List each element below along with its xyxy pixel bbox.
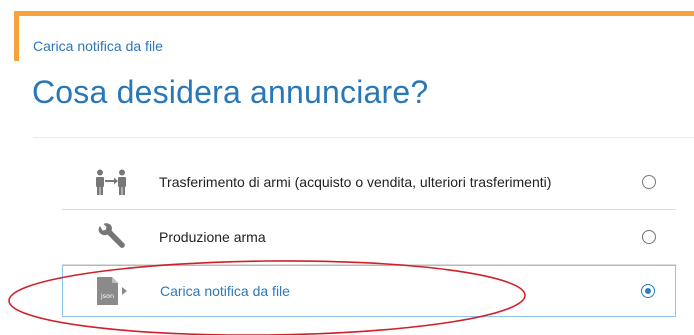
- option-list: Trasferimento di armi (acquisto o vendit…: [62, 155, 676, 317]
- json-icon-text: json: [99, 292, 113, 300]
- json-file-icon: json: [63, 276, 160, 306]
- people-transfer-icon: [62, 169, 159, 195]
- page-title: Cosa desidera annunciare?: [32, 74, 429, 110]
- wrench-icon: [62, 223, 159, 251]
- radio-weapon-production[interactable]: [642, 230, 656, 244]
- breadcrumb: Carica notifica da file: [33, 38, 163, 54]
- accent-bar-left: [14, 11, 19, 61]
- page: Carica notifica da file Cosa desidera an…: [0, 0, 694, 335]
- radio-upload-file[interactable]: [641, 284, 655, 298]
- option-label: Produzione arma: [159, 229, 266, 245]
- option-weapon-production[interactable]: Produzione arma: [62, 210, 676, 265]
- option-label: Carica notifica da file: [160, 283, 290, 299]
- accent-bar-top: [14, 11, 694, 16]
- option-label: Trasferimento di armi (acquisto o vendit…: [159, 174, 552, 190]
- option-upload-file[interactable]: json Carica notifica da file: [62, 265, 676, 317]
- divider: [33, 137, 694, 138]
- option-weapon-transfer[interactable]: Trasferimento di armi (acquisto o vendit…: [62, 155, 676, 210]
- radio-weapon-transfer[interactable]: [642, 175, 656, 189]
